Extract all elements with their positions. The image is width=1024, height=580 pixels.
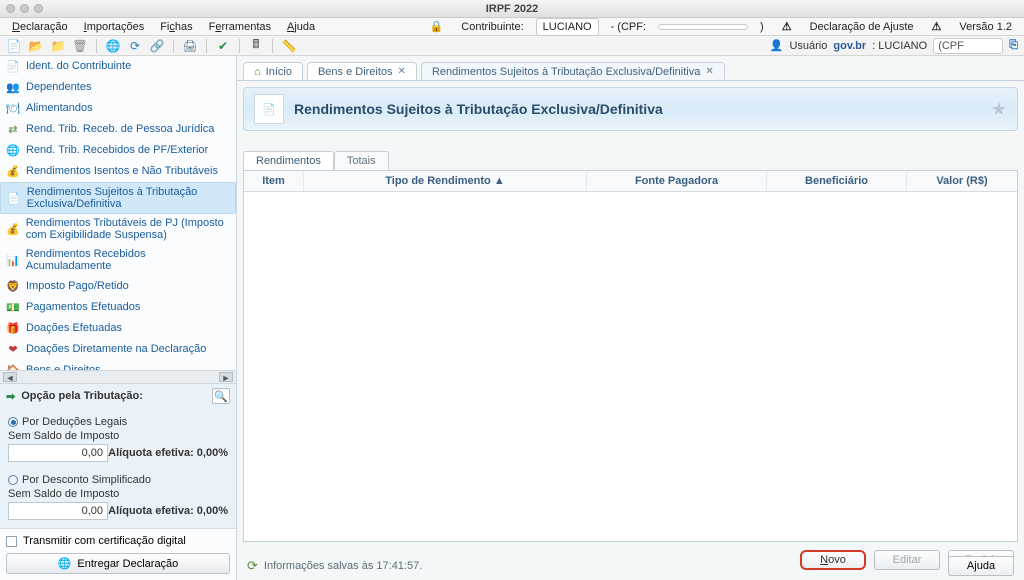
nav-rend-isentos[interactable]: 💰Rendimentos Isentos e Não Tributáveis <box>0 161 236 182</box>
content-area: ⌂Início Bens e Direitos✕ Rendimentos Suj… <box>237 56 1024 580</box>
table-body <box>244 192 1017 541</box>
nav-imposto-pago[interactable]: 🦁Imposto Pago/Retido <box>0 276 236 297</box>
subtab-rendimentos[interactable]: Rendimentos <box>243 151 334 170</box>
versao-label: Versão 1.2 <box>953 19 1018 35</box>
opcao-zoom-button[interactable]: 🔍 <box>212 388 230 404</box>
radio-simplificado[interactable]: Por Desconto Simplificado <box>8 474 228 486</box>
menu-bar: Declaração Importações Fichas Ferramenta… <box>0 18 1024 36</box>
radio-icon <box>8 417 18 427</box>
ruler-icon[interactable]: 📏 <box>281 38 297 54</box>
nav-rend-acumulada[interactable]: 📊Rendimentos Recebidos Acumuladamente <box>0 245 236 276</box>
opcao-label: Opção pela Tributação: <box>21 390 143 402</box>
nav-scroll: ◄ ► <box>0 370 236 383</box>
status-info: Informações salvas às 17:41:57. <box>264 560 422 572</box>
menu-declaracao[interactable]: Declaração <box>6 19 74 35</box>
th-valor[interactable]: Valor (R$) <box>907 171 1017 191</box>
sidebar: 📄Ident. do Contribuinte 👥Dependentes 🍽Al… <box>0 56 237 580</box>
link-icon[interactable]: 🔗 <box>149 38 165 54</box>
nav-pagamentos[interactable]: 💵Pagamentos Efetuados <box>0 297 236 318</box>
app-title: IRPF 2022 <box>0 3 1024 15</box>
nav-ident-contribuinte[interactable]: 📄Ident. do Contribuinte <box>0 56 236 77</box>
entregar-button[interactable]: 🌐 Entregar Declaração <box>6 553 230 574</box>
nav-rend-exclusiva[interactable]: 📄Rendimentos Sujeitos à Tributação Exclu… <box>0 182 236 214</box>
cpf-close: ) <box>754 19 770 35</box>
open-folder2-icon[interactable]: 📁 <box>50 38 66 54</box>
nav-doacoes[interactable]: 🎁Doações Efetuadas <box>0 318 236 339</box>
nav-bens-direitos[interactable]: 🏠Bens e Direitos <box>0 360 236 370</box>
transmit-checkbox[interactable] <box>6 536 17 547</box>
menu-fichas[interactable]: Fichas <box>154 19 198 35</box>
page-title: Rendimentos Sujeitos à Tributação Exclus… <box>294 101 663 117</box>
check-icon[interactable]: ✔ <box>215 38 231 54</box>
nav-rend-pj[interactable]: ⇄Rend. Trib. Receb. de Pessoa Jurídica <box>0 119 236 140</box>
star-icon[interactable]: ★ <box>991 99 1007 120</box>
ajuste-label: Declaração de Ajuste <box>804 19 920 35</box>
contribuinte-value: LUCIANO <box>536 18 599 36</box>
aliq-1: Alíquota efetiva: 0,00% <box>108 447 228 459</box>
open-folder-icon[interactable]: 📂 <box>28 38 44 54</box>
versao-warn-icon: ⚠ <box>926 18 948 35</box>
cpf-label: - (CPF: <box>605 19 652 35</box>
ajuste-warn-icon: ⚠ <box>776 18 798 35</box>
nav-dependentes[interactable]: 👥Dependentes <box>0 77 236 98</box>
lock-icon: 🔒 <box>424 18 450 35</box>
globe-icon[interactable]: 🌐 <box>105 38 121 54</box>
valor-1: 0,00 <box>8 444 108 462</box>
menu-ajuda[interactable]: Ajuda <box>281 19 321 35</box>
nav-doacoes-diretas[interactable]: ❤Doações Diretamente na Declaração <box>0 339 236 360</box>
contribuinte-label: Contribuinte: <box>455 19 529 35</box>
globe-send-icon: 🌐 <box>58 557 72 570</box>
trash-icon[interactable]: 🗑 <box>72 38 88 54</box>
nav-scroll-right[interactable]: ► <box>219 372 233 382</box>
exit-icon[interactable]: ⎘ <box>1009 39 1018 52</box>
user-icon: 👤 <box>770 39 784 52</box>
calc-icon[interactable]: 🖩 <box>248 38 264 54</box>
th-item[interactable]: Item <box>244 171 304 191</box>
page-icon: 📄 <box>254 94 284 124</box>
print-icon[interactable]: 🖨 <box>182 38 198 54</box>
th-benef[interactable]: Beneficiário <box>767 171 907 191</box>
aliq-2: Alíquota efetiva: 0,00% <box>108 505 228 517</box>
th-fonte[interactable]: Fonte Pagadora <box>587 171 767 191</box>
refresh-status-icon: ⟳ <box>247 558 258 574</box>
new-doc-icon[interactable]: 📄 <box>6 38 22 54</box>
menu-ferramentas[interactable]: Ferramentas <box>203 19 277 35</box>
usuario-label: Usuário <box>789 40 827 52</box>
tab-bens[interactable]: Bens e Direitos✕ <box>307 62 417 80</box>
nav-alimentandos[interactable]: 🍽Alimentandos <box>0 98 236 119</box>
content-tabs: ⌂Início Bens e Direitos✕ Rendimentos Suj… <box>237 56 1024 80</box>
close-icon[interactable]: ✕ <box>705 66 713 77</box>
tab-rend-exclusiva[interactable]: Rendimentos Sujeitos à Tributação Exclus… <box>421 62 725 80</box>
arrow-right-icon: ➡ <box>6 390 15 403</box>
th-tipo[interactable]: Tipo de Rendimento ▲ <box>304 171 587 191</box>
transmit-label: Transmitir com certificação digital <box>23 535 186 547</box>
cpf-value <box>658 24 748 30</box>
sort-asc-icon: ▲ <box>494 175 505 187</box>
sem-saldo-2: Sem Saldo de Imposto <box>8 488 228 500</box>
usuario-domain: gov.br <box>833 40 866 52</box>
menu-importacoes[interactable]: Importações <box>78 19 151 35</box>
table: Item Tipo de Rendimento ▲ Fonte Pagadora… <box>243 170 1018 542</box>
usuario-name: : LUCIANO <box>872 40 927 52</box>
tab-inicio[interactable]: ⌂Início <box>243 62 303 80</box>
table-header: Item Tipo de Rendimento ▲ Fonte Pagadora… <box>244 171 1017 192</box>
close-icon[interactable]: ✕ <box>398 66 406 77</box>
page-title-bar: 📄 Rendimentos Sujeitos à Tributação Excl… <box>243 87 1018 131</box>
sem-saldo-1: Sem Saldo de Imposto <box>8 430 228 442</box>
radio-icon <box>8 475 18 485</box>
usuario-cpf-box: (CPF <box>933 38 1003 54</box>
home-icon: ⌂ <box>254 66 261 78</box>
nav-rend-pj-suspensa[interactable]: 💰Rendimentos Tributáveis de PJ (Imposto … <box>0 214 236 245</box>
radio-deducoes[interactable]: Por Deduções Legais <box>8 416 228 428</box>
nav-rend-pf-exterior[interactable]: 🌐Rend. Trib. Recebidos de PF/Exterior <box>0 140 236 161</box>
refresh-icon[interactable]: ⟳ <box>127 38 143 54</box>
nav-list: 📄Ident. do Contribuinte 👥Dependentes 🍽Al… <box>0 56 236 370</box>
ajuda-button[interactable]: Ajuda <box>948 556 1014 576</box>
nav-scroll-left[interactable]: ◄ <box>3 372 17 382</box>
subtab-totais[interactable]: Totais <box>334 151 389 170</box>
valor-2: 0,00 <box>8 502 108 520</box>
toolbar: 📄 📂 📁 🗑 🌐 ⟳ 🔗 🖨 ✔ 🖩 📏 👤 Usuário gov.br :… <box>0 36 1024 56</box>
